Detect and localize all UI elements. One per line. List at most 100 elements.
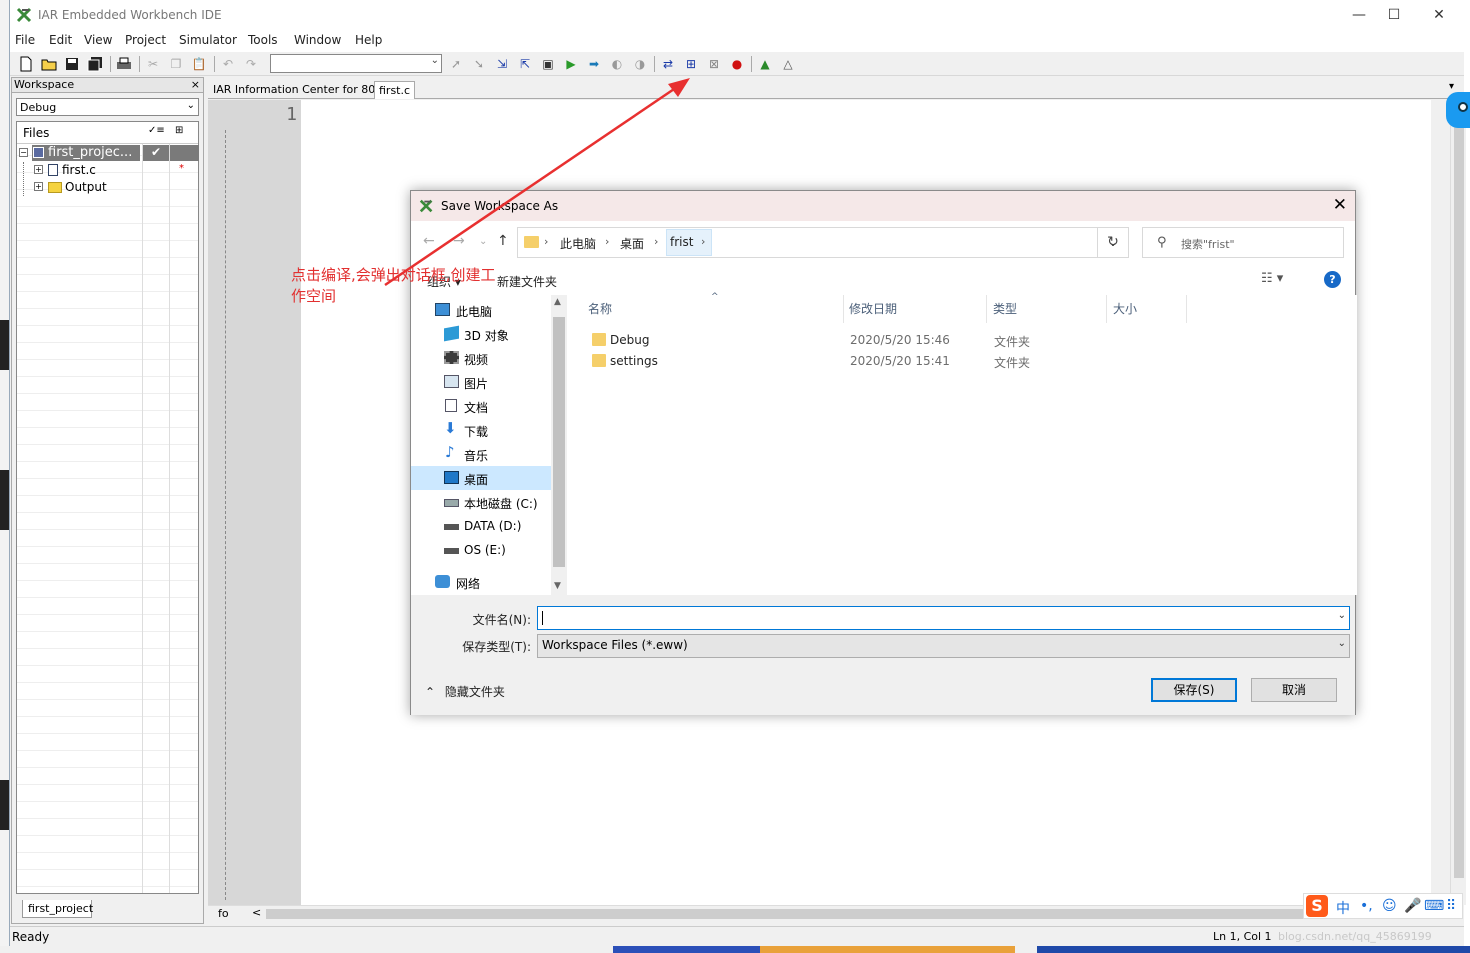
- vertical-scrollbar[interactable]: [1450, 100, 1466, 905]
- find-in-files-icon[interactable]: ⇱: [516, 55, 534, 73]
- workspace-tab[interactable]: first_project: [22, 900, 93, 918]
- expand-icon[interactable]: +: [34, 165, 43, 174]
- scroll-up-icon[interactable]: ▲: [554, 297, 561, 307]
- close-button[interactable]: ✕: [1416, 0, 1462, 30]
- chevron-down-icon[interactable]: ⌄: [1338, 610, 1346, 621]
- run-icon[interactable]: ▶: [562, 55, 580, 73]
- tree-item-output[interactable]: + Output: [17, 179, 198, 195]
- save-all-icon[interactable]: [86, 55, 104, 73]
- menu-view[interactable]: View: [84, 33, 112, 47]
- tab-information-center[interactable]: IAR Information Center for 8051: [209, 81, 393, 99]
- back-icon[interactable]: ←: [423, 233, 435, 249]
- menu-simulator[interactable]: Simulator: [179, 33, 237, 47]
- nav-item-pictures[interactable]: 图片: [411, 370, 551, 394]
- recent-chevron-icon[interactable]: ⌄: [479, 236, 487, 247]
- cut-icon[interactable]: ✂: [144, 55, 162, 73]
- nav-item-local-disk-c[interactable]: 本地磁盘 (C:): [411, 490, 551, 514]
- nav-item-music[interactable]: ♪ 音乐: [411, 442, 551, 466]
- maximize-button[interactable]: ☐: [1371, 0, 1417, 30]
- menu-project[interactable]: Project: [125, 33, 166, 47]
- workspace-close-icon[interactable]: ×: [191, 78, 200, 91]
- breakpoint-icon[interactable]: ●: [728, 55, 746, 73]
- file-row-debug[interactable]: Debug 2020/5/20 15:46 文件夹: [576, 330, 1357, 351]
- filename-input[interactable]: ⌄: [537, 606, 1350, 630]
- nav-item-network[interactable]: 网络: [411, 570, 551, 594]
- file-row-settings[interactable]: settings 2020/5/20 15:41 文件夹: [576, 351, 1357, 372]
- toggle-bookmark-icon[interactable]: ➚: [447, 55, 465, 73]
- find-combo[interactable]: ⌄: [270, 54, 442, 73]
- scroll-left-icon[interactable]: <: [252, 906, 261, 919]
- open-folder-icon[interactable]: [40, 55, 58, 73]
- toolbar: ✂ ❐ 📋 ↶ ↷ ⌄ ➚ ➘ ⇲ ⇱ ▣ ▶ ➡ ◐ ◑ ⇄ ⊞ ⊠ ● ▲ …: [10, 52, 1464, 76]
- emoji-icon[interactable]: ☺: [1382, 898, 1397, 914]
- search-box[interactable]: ⚲ 搜索"frist": [1142, 227, 1344, 258]
- stop-icon[interactable]: ⊠: [705, 55, 723, 73]
- scroll-down-icon[interactable]: ▼: [554, 581, 561, 591]
- dialog-close-icon[interactable]: ✕: [1333, 195, 1347, 215]
- paste-icon[interactable]: 📋: [190, 55, 208, 73]
- address-bar[interactable]: › 此电脑 › 桌面 › frist › ⌄: [517, 227, 1129, 258]
- new-file-icon[interactable]: [17, 55, 35, 73]
- menu-window[interactable]: Window: [294, 33, 341, 47]
- view-options-icon[interactable]: ☷ ▾: [1261, 271, 1283, 286]
- microphone-icon[interactable]: 🎤: [1404, 898, 1421, 914]
- copy-icon[interactable]: ❐: [167, 55, 185, 73]
- save-button[interactable]: 保存(S): [1151, 678, 1237, 702]
- punctuation-toggle[interactable]: •,: [1360, 898, 1373, 914]
- compile-icon[interactable]: ⇄: [659, 55, 677, 73]
- nav-item-data-d[interactable]: DATA (D:): [411, 514, 551, 538]
- tab-list-icon[interactable]: ▾: [1449, 81, 1454, 92]
- help-icon[interactable]: ?: [1324, 271, 1341, 288]
- menu-edit[interactable]: Edit: [49, 33, 72, 47]
- collapse-icon[interactable]: −: [19, 148, 28, 157]
- column-name[interactable]: 名称: [588, 300, 612, 325]
- hide-folders-toggle[interactable]: ⌃ 隐藏文件夹: [425, 683, 505, 700]
- download-debug-icon[interactable]: ▲: [756, 55, 774, 73]
- grid-menu-icon[interactable]: ⠿: [1446, 898, 1456, 914]
- keyboard-icon[interactable]: ⌨: [1424, 898, 1444, 914]
- debug-no-download-icon[interactable]: △: [779, 55, 797, 73]
- column-type[interactable]: 类型: [993, 300, 1017, 325]
- new-folder-button[interactable]: 新建文件夹: [497, 273, 557, 290]
- undo-icon[interactable]: ↶: [219, 55, 237, 73]
- breadcrumb-this-pc[interactable]: 此电脑: [560, 235, 596, 252]
- goto-definition-icon[interactable]: ⇲: [493, 55, 511, 73]
- tree-item-first-c[interactable]: + first.c *: [17, 162, 198, 196]
- up-icon[interactable]: ↑: [497, 233, 509, 249]
- forward-icon[interactable]: →: [453, 233, 465, 249]
- menu-tools[interactable]: Tools: [248, 33, 278, 47]
- make-icon[interactable]: ⊞: [682, 55, 700, 73]
- compile-file-icon[interactable]: ▣: [539, 55, 557, 73]
- nav-item-videos[interactable]: 视频: [411, 346, 551, 370]
- column-size[interactable]: 大小: [1113, 300, 1137, 325]
- tab-first-c[interactable]: first.c: [374, 81, 416, 99]
- menu-help[interactable]: Help: [355, 33, 382, 47]
- next-bookmark-icon[interactable]: ➘: [470, 55, 488, 73]
- language-toggle[interactable]: 中: [1336, 898, 1350, 918]
- assistant-mascot-icon[interactable]: [1446, 92, 1470, 128]
- expand-icon[interactable]: +: [34, 182, 43, 191]
- configuration-select[interactable]: Debug ⌄: [16, 98, 199, 116]
- tree-item-project[interactable]: − first_projec... ✔: [17, 145, 199, 161]
- refresh-icon[interactable]: ↻: [1097, 227, 1129, 258]
- menu-file[interactable]: File: [15, 33, 35, 47]
- redo-icon[interactable]: ↷: [242, 55, 260, 73]
- save-icon[interactable]: [63, 55, 81, 73]
- nav-item-desktop[interactable]: 桌面: [411, 466, 551, 490]
- toggle-breakpoint-icon[interactable]: ◑: [631, 55, 649, 73]
- nav-item-os-e[interactable]: OS (E:): [411, 538, 551, 562]
- breadcrumb-frist[interactable]: frist: [670, 235, 693, 249]
- sogou-logo-icon[interactable]: S: [1306, 895, 1328, 917]
- horizontal-scrollbar[interactable]: fo <: [208, 905, 1450, 921]
- column-date-modified[interactable]: 修改日期: [849, 300, 897, 325]
- nav-item-downloads[interactable]: ⬇ 下载: [411, 418, 551, 442]
- nav-item-3d-objects[interactable]: 3D 对象: [411, 322, 551, 346]
- cancel-button[interactable]: 取消: [1251, 678, 1337, 702]
- filetype-select[interactable]: Workspace Files (*.eww) ⌄: [537, 634, 1350, 658]
- breadcrumb-desktop[interactable]: 桌面: [620, 235, 644, 252]
- nav-item-documents[interactable]: 文档: [411, 394, 551, 418]
- step-icon[interactable]: ➡: [585, 55, 603, 73]
- stop-build-icon[interactable]: ◐: [608, 55, 626, 73]
- print-icon[interactable]: [115, 55, 133, 73]
- nav-pane-scrollbar[interactable]: ▲ ▼: [551, 295, 567, 595]
